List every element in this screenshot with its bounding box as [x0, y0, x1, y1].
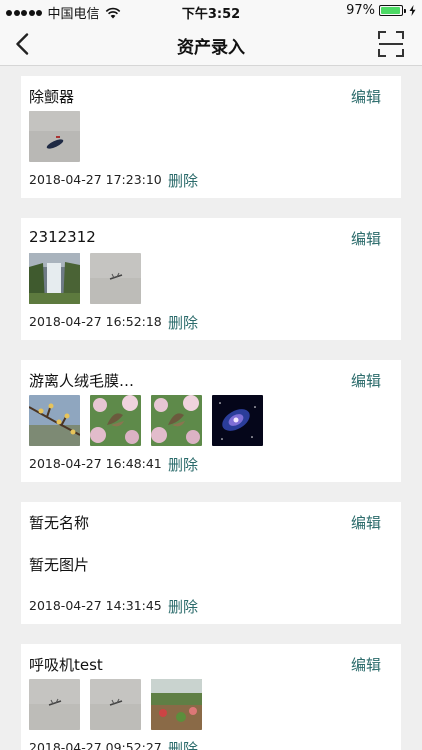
waterfall-photo-image — [29, 253, 80, 304]
asset-thumbnail[interactable] — [151, 679, 202, 730]
galaxy-photo-image — [212, 395, 263, 446]
asset-images — [29, 253, 151, 304]
asset-thumbnail[interactable] — [29, 253, 80, 304]
edit-button[interactable]: 编辑 — [351, 512, 381, 533]
butterfly-on-flowers-photo-image — [151, 395, 202, 446]
scan-frame-icon — [378, 31, 404, 57]
edit-button[interactable]: 编辑 — [351, 370, 381, 391]
asset-thumbnail[interactable] — [90, 253, 141, 304]
asset-name: 呼吸机test — [29, 656, 103, 674]
asset-thumbnail[interactable] — [90, 679, 141, 730]
delete-button[interactable]: 删除 — [168, 454, 198, 475]
asset-datetime: 2018-04-27 14:31:45 — [29, 598, 162, 613]
charging-bolt-icon — [409, 5, 416, 16]
asset-name: 游离人绒毛膜… — [29, 372, 135, 390]
delete-button[interactable]: 删除 — [168, 596, 198, 617]
butterfly-on-flowers-photo-image — [90, 395, 141, 446]
asset-images — [29, 111, 90, 162]
asset-card[interactable]: 2312312 编辑 2018-04-27 16:52:18 删除 — [21, 218, 401, 340]
asset-card[interactable]: 暂无名称 编辑 暂无图片 2018-04-27 14:31:45 删除 — [21, 502, 401, 624]
battery-icon — [379, 5, 406, 16]
scan-button[interactable] — [378, 31, 404, 57]
asset-card[interactable]: 游离人绒毛膜… 编辑 2018-04-27 16:48:41 删除 — [21, 360, 401, 482]
delete-button[interactable]: 删除 — [168, 170, 198, 191]
asset-datetime: 2018-04-27 09:52:27 — [29, 740, 162, 750]
asset-card[interactable]: 呼吸机test 编辑 2018-04-27 09:52:27 删除 — [21, 644, 401, 750]
delete-button[interactable]: 删除 — [168, 312, 198, 333]
edit-button[interactable]: 编辑 — [351, 654, 381, 675]
asset-images — [29, 679, 212, 730]
asset-thumbnail[interactable] — [212, 395, 263, 446]
status-bar: 中国电信 下午3:52 97% — [0, 0, 422, 22]
grey-photo-with-insect-image — [29, 679, 80, 730]
branch-with-flowers-photo-image — [29, 395, 80, 446]
asset-card[interactable]: 除颤器 编辑 2018-04-27 17:23:10 删除 — [21, 76, 401, 198]
asset-datetime: 2018-04-27 16:48:41 — [29, 456, 162, 471]
delete-button[interactable]: 删除 — [168, 738, 198, 750]
grey-photo-with-dark-object-image — [29, 111, 80, 162]
grey-photo-with-insect-image — [90, 679, 141, 730]
asset-name: 2312312 — [29, 228, 96, 246]
battery-level-fill — [381, 7, 401, 14]
asset-datetime: 2018-04-27 17:23:10 — [29, 172, 162, 187]
asset-thumbnail[interactable] — [29, 395, 80, 446]
edit-button[interactable]: 编辑 — [351, 228, 381, 249]
no-image-text: 暂无图片 — [29, 556, 90, 574]
grey-photo-with-insect-image — [90, 253, 141, 304]
asset-thumbnail[interactable] — [90, 395, 141, 446]
battery-percent: 97% — [346, 3, 375, 18]
asset-list: 除颤器 编辑 2018-04-27 17:23:10 删除 2312312 编辑 — [0, 66, 422, 750]
asset-thumbnail[interactable] — [29, 111, 80, 162]
asset-images — [29, 395, 273, 446]
asset-name: 暂无名称 — [29, 514, 90, 532]
garden-photo-image — [151, 679, 202, 730]
page-title: 资产录入 — [177, 38, 245, 58]
asset-datetime: 2018-04-27 16:52:18 — [29, 314, 162, 329]
navigation-bar: 资产录入 — [0, 22, 422, 66]
edit-button[interactable]: 编辑 — [351, 86, 381, 107]
status-right: 97% — [346, 3, 416, 18]
asset-name: 除颤器 — [29, 88, 75, 106]
asset-thumbnail[interactable] — [151, 395, 202, 446]
asset-thumbnail[interactable] — [29, 679, 80, 730]
